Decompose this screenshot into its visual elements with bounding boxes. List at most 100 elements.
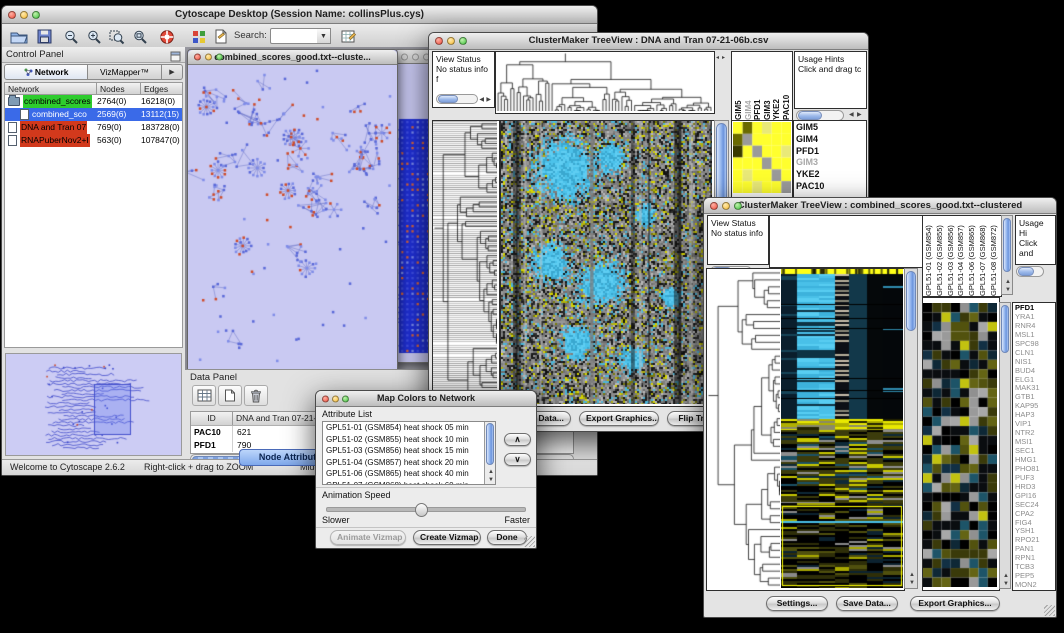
move-down-button[interactable]: ∨ bbox=[504, 453, 531, 466]
treeview2-window: ClusterMaker TreeView : combined_scores_… bbox=[703, 197, 1057, 618]
attribute-list[interactable]: GPL51-01 (GSM854) heat shock 05 minGPL51… bbox=[322, 421, 496, 485]
attribute-editor-icon[interactable] bbox=[338, 27, 360, 46]
minimize-icon[interactable] bbox=[20, 11, 28, 19]
tv1-row-label: GIM3 bbox=[794, 157, 866, 169]
tv1-top-spacer: ◂▸ bbox=[714, 51, 729, 112]
done-button[interactable]: Done bbox=[487, 530, 527, 545]
tv2-matrix-scrollbar[interactable]: ▲▼ bbox=[999, 302, 1011, 589]
network-overview-panel[interactable] bbox=[5, 353, 182, 456]
network-row[interactable]: RNAPuberNov2+I563(0)107847(0) bbox=[5, 134, 182, 147]
tv1-status-scrollbar[interactable] bbox=[436, 94, 478, 104]
col-header-nodes[interactable]: Nodes bbox=[97, 83, 141, 94]
tab-network[interactable]: Network bbox=[4, 64, 88, 80]
tab-vizmapper[interactable]: VizMapper™ bbox=[88, 64, 162, 80]
slider-thumb[interactable] bbox=[415, 503, 428, 517]
search-input[interactable] bbox=[270, 28, 318, 44]
col-header-network[interactable]: Network bbox=[5, 83, 97, 94]
new-attribute-icon[interactable] bbox=[218, 385, 242, 406]
data-col-id[interactable]: ID bbox=[191, 412, 233, 425]
document-icon bbox=[8, 122, 17, 133]
tv1-column-dendrogram[interactable] bbox=[495, 51, 715, 114]
tv1-col-label: GIM3 bbox=[763, 52, 773, 120]
tv2-col-label: GPL51-07 (GSM868) bbox=[978, 216, 989, 296]
network-view-title: combined_scores_good.txt--cluste... bbox=[214, 52, 371, 62]
close-icon[interactable] bbox=[710, 202, 718, 210]
help-lifesaver-icon[interactable] bbox=[156, 27, 178, 46]
tv2-column-dendrogram[interactable] bbox=[769, 215, 923, 268]
network-view-window[interactable]: combined_scores_good.txt--cluste... bbox=[187, 49, 398, 369]
network-row[interactable]: combined_scores2764(0)16218(0) bbox=[5, 95, 182, 108]
close-icon[interactable] bbox=[401, 53, 408, 60]
export-graphics-button[interactable]: Export Graphics... bbox=[579, 411, 659, 426]
vizmapper-icon[interactable] bbox=[188, 27, 210, 46]
window-controls[interactable] bbox=[8, 11, 40, 19]
tv2-heatmap[interactable] bbox=[781, 268, 905, 591]
close-icon[interactable] bbox=[435, 37, 443, 45]
zoom-in-icon[interactable] bbox=[83, 27, 105, 46]
attribute-list-item[interactable]: GPL51-04 (GSM857) heat shock 20 min bbox=[323, 457, 483, 469]
minimize-icon[interactable] bbox=[332, 395, 339, 402]
zoom-selected-icon[interactable] bbox=[106, 27, 128, 46]
tv1-col-label: PFD1 bbox=[753, 52, 763, 120]
attribute-list-scrollbar[interactable]: ▲▼ bbox=[484, 422, 495, 484]
zoom-window-icon[interactable] bbox=[734, 202, 742, 210]
export-graphics-button[interactable]: Export Graphics... bbox=[910, 596, 1000, 611]
minimize-icon[interactable] bbox=[205, 54, 212, 61]
slower-label: Slower bbox=[322, 515, 350, 525]
delete-attribute-icon[interactable] bbox=[244, 385, 268, 406]
attribute-list-item[interactable]: GPL51-03 (GSM856) heat shock 15 min bbox=[323, 445, 483, 457]
settings-button[interactable]: Settings... bbox=[766, 596, 828, 611]
network-row[interactable]: combined_sco2569(6)13112(15) bbox=[5, 108, 182, 121]
main-window-title: Cytoscape Desktop (Session Name: collins… bbox=[175, 9, 424, 20]
tv2-view-status: View StatusNo status info bbox=[707, 215, 769, 265]
attribute-list-item[interactable]: GPL51-01 (GSM854) heat shock 05 min bbox=[323, 422, 483, 434]
minimize-icon[interactable] bbox=[412, 53, 419, 60]
save-data-button[interactable]: Save Data... bbox=[836, 596, 898, 611]
attribute-list-label: Attribute List bbox=[322, 409, 372, 419]
tv1-heatmap[interactable] bbox=[500, 120, 715, 407]
attribute-list-item[interactable]: GPL51-02 (GSM855) heat shock 10 min bbox=[323, 434, 483, 446]
attribute-list-item[interactable]: GPL51-06 (GSM865) heat shock 40 min bbox=[323, 468, 483, 480]
close-icon[interactable] bbox=[8, 11, 16, 19]
zoom-window-icon[interactable] bbox=[32, 11, 40, 19]
network-row[interactable]: DNA and Tran 07769(0)183728(0) bbox=[5, 121, 182, 134]
folder-icon bbox=[8, 97, 20, 106]
minimize-icon[interactable] bbox=[722, 202, 730, 210]
save-session-icon[interactable] bbox=[33, 27, 55, 46]
zoom-fit-icon[interactable] bbox=[129, 27, 151, 46]
close-icon[interactable] bbox=[194, 54, 201, 61]
tv2-col-label: GPL51-03 (GSM856) bbox=[946, 216, 957, 296]
tv2-usage-scrollbar[interactable] bbox=[1016, 266, 1044, 277]
main-title-bar[interactable]: Cytoscape Desktop (Session Name: collins… bbox=[2, 6, 597, 24]
tv2-row-dendrogram[interactable] bbox=[706, 268, 783, 591]
tv1-row-label: PFD1 bbox=[794, 146, 866, 158]
minimize-icon[interactable] bbox=[447, 37, 455, 45]
zoom-window-icon[interactable] bbox=[459, 37, 467, 45]
zoom-window-icon[interactable] bbox=[216, 54, 223, 61]
col-header-edges[interactable]: Edges bbox=[141, 83, 182, 94]
network-view-canvas[interactable] bbox=[188, 65, 395, 369]
control-panel: Control Panel Network VizMapper™ ▶ Netwo… bbox=[2, 47, 186, 459]
tab-overflow-icon[interactable]: ▶ bbox=[162, 64, 183, 80]
attribute-table-icon[interactable] bbox=[192, 385, 216, 406]
close-icon[interactable] bbox=[322, 395, 329, 402]
tv1-row-dendrogram[interactable] bbox=[432, 120, 500, 407]
animate-vizmap-button[interactable]: Animate Vizmap bbox=[330, 530, 406, 545]
open-file-icon[interactable] bbox=[8, 27, 30, 46]
tv2-collabel-scrollbar[interactable]: ▲▼ bbox=[1001, 215, 1013, 295]
create-vizmap-button[interactable]: Create Vizmap bbox=[413, 530, 481, 545]
move-up-button[interactable]: ∧ bbox=[504, 433, 531, 446]
tv2-button-row: Settings... Save Data... Export Graphics..… bbox=[704, 594, 1056, 616]
tv2-row-label[interactable]: MON2 bbox=[1013, 581, 1055, 590]
tv1-col-label: GIM4 bbox=[744, 52, 754, 120]
zoom-out-icon[interactable] bbox=[60, 27, 82, 46]
treeview2-title: ClusterMaker TreeView : combined_scores_… bbox=[738, 200, 1022, 211]
tv2-zoom-matrix-panel[interactable] bbox=[922, 297, 1000, 591]
search-dropdown-icon[interactable]: ▼ bbox=[317, 28, 331, 44]
network-overview-canvas[interactable] bbox=[6, 354, 181, 455]
animation-speed-slider[interactable] bbox=[326, 507, 526, 512]
zoom-window-icon[interactable] bbox=[342, 395, 349, 402]
attribute-list-item[interactable]: GPL51-07 (GSM868) heat shock 60 min bbox=[323, 480, 483, 486]
annotation-icon[interactable] bbox=[210, 27, 232, 46]
tv2-vscrollbar[interactable]: ▲▼ bbox=[904, 268, 918, 589]
